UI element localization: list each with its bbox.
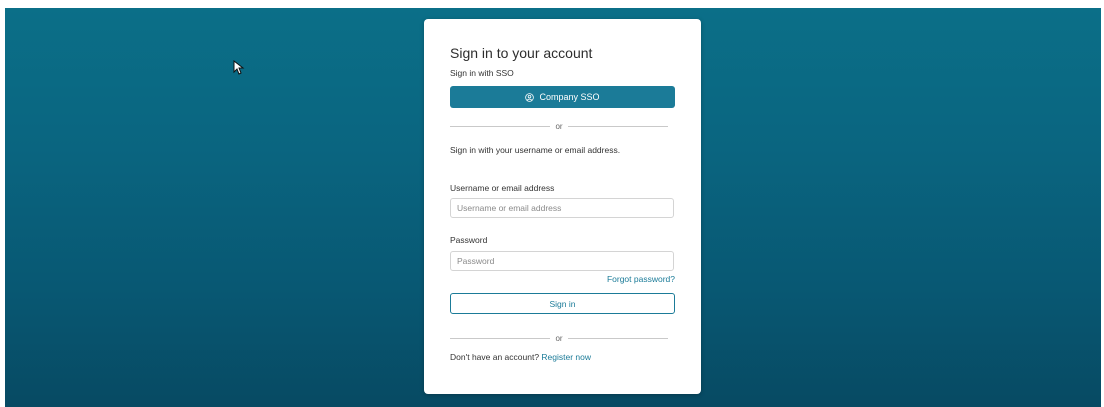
- password-input[interactable]: [450, 251, 674, 271]
- or-divider: or: [450, 121, 668, 131]
- login-page-background: Sign in to your account Sign in with SSO…: [5, 8, 1101, 407]
- login-card: Sign in to your account Sign in with SSO…: [424, 19, 701, 394]
- company-sso-button-label: Company SSO: [539, 92, 600, 102]
- register-now-link[interactable]: Register now: [541, 352, 591, 362]
- or-divider: or: [450, 333, 668, 343]
- user-circle-icon: [525, 92, 535, 102]
- register-prompt: Don't have an account? Register now: [450, 352, 591, 362]
- username-label: Username or email address: [450, 183, 555, 193]
- sso-section-label: Sign in with SSO: [450, 68, 514, 78]
- divider-text: or: [555, 121, 563, 131]
- password-label: Password: [450, 235, 488, 245]
- company-sso-button[interactable]: Company SSO: [450, 86, 675, 108]
- username-input[interactable]: [450, 198, 674, 218]
- divider-line: [450, 337, 551, 339]
- sign-in-button[interactable]: Sign in: [450, 293, 675, 314]
- divider-line: [567, 125, 668, 127]
- page-title: Sign in to your account: [450, 45, 593, 61]
- divider-text: or: [555, 333, 563, 343]
- divider-line: [450, 125, 551, 127]
- mouse-pointer-icon: [233, 60, 245, 75]
- register-prompt-text: Don't have an account?: [450, 352, 540, 362]
- credentials-intro-text: Sign in with your username or email addr…: [450, 145, 621, 155]
- forgot-password-link[interactable]: Forgot password?: [607, 274, 675, 284]
- divider-line: [567, 337, 668, 339]
